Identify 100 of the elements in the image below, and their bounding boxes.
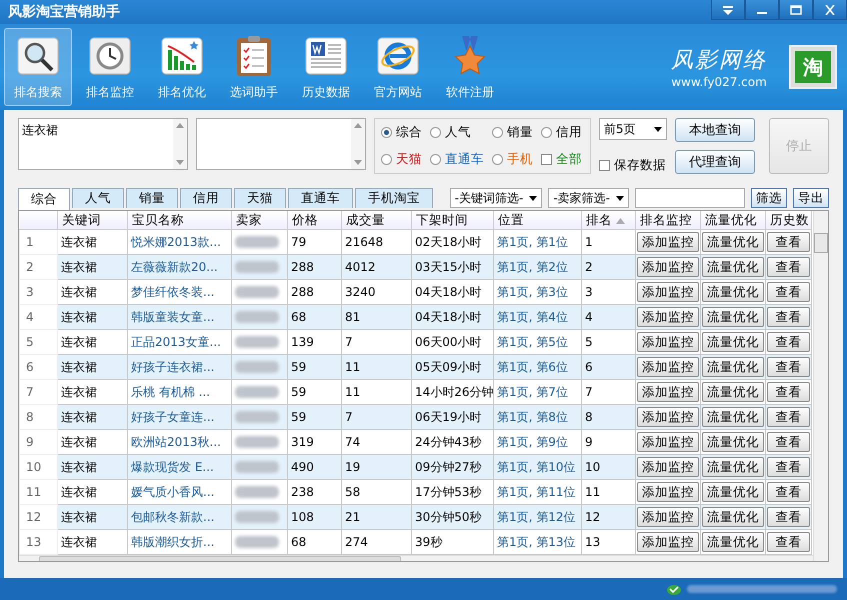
row-action-button[interactable]: 流量优化 [702, 357, 764, 377]
row-action-button[interactable]: 添加监控 [637, 532, 699, 552]
table-cell: 04天18小时 [412, 304, 494, 330]
row-action-button[interactable]: 流量优化 [702, 332, 764, 352]
table-cell: 21 [342, 504, 412, 530]
row-action-button[interactable]: 查看 [767, 482, 810, 502]
row-action-button[interactable]: 流量优化 [702, 382, 764, 402]
column-header[interactable]: 宝贝名称 [128, 211, 232, 230]
row-action-button[interactable]: 查看 [767, 382, 810, 402]
row-action-button[interactable]: 添加监控 [637, 332, 699, 352]
scroll-down-icon [354, 159, 362, 165]
row-action-button[interactable]: 查看 [767, 307, 810, 327]
column-header[interactable]: 流量优化 [700, 211, 766, 230]
text-field[interactable] [196, 118, 366, 170]
row-action-button[interactable]: 流量优化 [702, 482, 764, 502]
column-header[interactable]: 历史数 [766, 211, 812, 230]
scrollbar-thumb[interactable] [814, 233, 828, 253]
column-header[interactable]: 排名 [582, 211, 636, 230]
column-header[interactable]: 成交量 [342, 211, 412, 230]
radio-option[interactable]: 直通车 [430, 151, 486, 168]
toolbar-button[interactable]: 软件注册 [436, 28, 504, 106]
row-action-button[interactable]: 查看 [767, 432, 810, 452]
row-action-button[interactable]: 添加监控 [637, 232, 699, 252]
minimize-button[interactable] [745, 0, 779, 20]
row-action-button[interactable]: 流量优化 [702, 432, 764, 452]
row-action-button[interactable]: 添加监控 [637, 257, 699, 277]
keyword-filter-dropdown[interactable]: -关键词筛选- [450, 188, 542, 208]
save-data-checkbox[interactable]: 保存数据 [598, 157, 667, 174]
result-tab[interactable]: 销量 [126, 188, 178, 208]
row-action-button[interactable]: 查看 [767, 332, 810, 352]
toolbar-button[interactable]: 选词助手 [220, 28, 288, 106]
seller-filter-dropdown[interactable]: -卖家筛选- [548, 188, 629, 208]
result-tab[interactable]: 天猫 [234, 188, 286, 208]
scroll-down-icon [176, 159, 184, 165]
row-action-button[interactable]: 流量优化 [702, 532, 764, 552]
radio-option[interactable]: 综合 [380, 124, 424, 141]
result-tab[interactable]: 信用 [180, 188, 232, 208]
row-action-button[interactable]: 流量优化 [702, 232, 764, 252]
row-action-button[interactable]: 添加监控 [637, 307, 699, 327]
row-number: 10 [20, 454, 58, 480]
toolbar-button[interactable]: 历史数据 [292, 28, 360, 106]
column-header[interactable]: 位置 [494, 211, 582, 230]
maximize-button[interactable] [779, 0, 813, 20]
filter-button[interactable]: 筛选 [751, 188, 787, 208]
row-action-button[interactable]: 查看 [767, 407, 810, 427]
row-action-button[interactable]: 查看 [767, 532, 810, 552]
table-cell: 68 [288, 304, 342, 330]
radio-option[interactable]: 销量 [492, 124, 535, 141]
dropdown-button[interactable] [711, 0, 745, 20]
result-tab[interactable]: 人气 [72, 188, 124, 208]
row-action-button[interactable]: 查看 [767, 507, 810, 527]
row-action-button[interactable]: 添加监控 [637, 507, 699, 527]
table-cell: 第1页, 第6位 [494, 354, 582, 380]
row-action-button[interactable]: 添加监控 [637, 407, 699, 427]
row-action-button[interactable]: 查看 [767, 357, 810, 377]
toolbar-button[interactable]: 官方网站 [364, 28, 432, 106]
column-header[interactable]: 排名监控 [636, 211, 700, 230]
column-header[interactable]: 价格 [288, 211, 342, 230]
vertical-scrollbar[interactable] [813, 211, 828, 561]
row-action-button[interactable]: 查看 [767, 457, 810, 477]
query-button[interactable]: 本地查询 [674, 118, 755, 142]
result-tab[interactable]: 直通车 [288, 188, 353, 208]
column-header[interactable]: 下架时间 [412, 211, 494, 230]
column-header[interactable]: 关键词 [58, 211, 128, 230]
row-action-button[interactable]: 查看 [767, 282, 810, 302]
row-action-button[interactable]: 添加监控 [637, 282, 699, 302]
export-button[interactable]: 导出 [793, 188, 829, 208]
row-action-button[interactable]: 流量优化 [702, 407, 764, 427]
table-cell: 81 [342, 304, 412, 330]
row-action-button[interactable]: 流量优化 [702, 307, 764, 327]
row-action-button[interactable]: 查看 [767, 232, 810, 252]
radio-option[interactable]: 人气 [430, 124, 486, 141]
column-header[interactable]: 卖家 [232, 211, 288, 230]
close-button[interactable] [813, 0, 847, 20]
row-action-button[interactable]: 添加监控 [637, 382, 699, 402]
radio-option[interactable]: 天猫 [380, 151, 424, 168]
radio-option[interactable]: 信用 [540, 124, 584, 141]
table-cell: 第1页, 第8位 [494, 404, 582, 430]
row-action-button[interactable]: 添加监控 [637, 482, 699, 502]
scroll-up-icon [354, 123, 362, 129]
checkbox-option[interactable]: 全部 [540, 151, 584, 168]
toolbar-button[interactable]: 排名优化 [148, 28, 216, 106]
row-action-button[interactable]: 流量优化 [702, 282, 764, 302]
blurred-placeholder [235, 286, 279, 298]
table-cell: 06天19小时 [412, 404, 494, 430]
result-tab[interactable]: 手机淘宝 [355, 188, 433, 208]
pages-dropdown[interactable]: 前5页 [598, 118, 667, 140]
toolbar-button[interactable]: 排名监控 [76, 28, 144, 106]
query-button[interactable]: 代理查询 [674, 150, 755, 174]
keywords-field[interactable]: 连衣裙 [18, 118, 188, 170]
row-action-button[interactable]: 添加监控 [637, 457, 699, 477]
row-action-button[interactable]: 添加监控 [637, 357, 699, 377]
row-action-button[interactable]: 流量优化 [702, 457, 764, 477]
row-action-button[interactable]: 添加监控 [637, 432, 699, 452]
row-action-button[interactable]: 流量优化 [702, 507, 764, 527]
filter-field[interactable] [635, 188, 745, 208]
table-cell: 第1页, 第10位 [494, 454, 582, 480]
result-tab[interactable]: 综合 [18, 188, 70, 210]
row-action-button[interactable]: 流量优化 [702, 257, 764, 277]
row-action-button[interactable]: 查看 [767, 257, 810, 277]
